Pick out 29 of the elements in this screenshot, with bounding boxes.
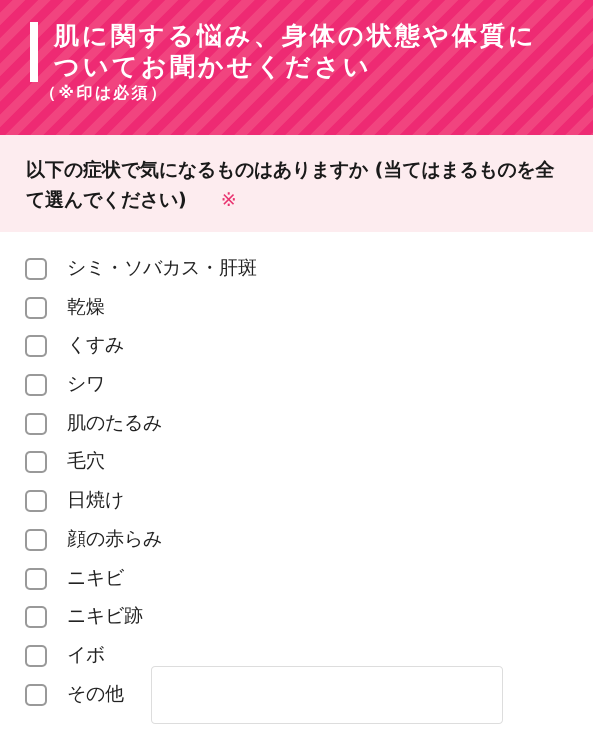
checkbox[interactable] [25, 412, 47, 435]
question-text: 以下の症状で気になるものはありますか (当てはまるものを全て選んでください) ※ [26, 158, 556, 213]
required-note: （※印は必須） [40, 82, 170, 104]
checkbox[interactable] [25, 296, 47, 319]
section-title: 肌に関する悩み、身体の状態や体質についてお聞かせください [54, 20, 538, 82]
checkbox[interactable] [25, 374, 47, 396]
accent-bar [30, 22, 38, 82]
checkbox[interactable] [25, 528, 47, 551]
checkbox[interactable] [25, 335, 47, 358]
checkbox[interactable] [25, 258, 47, 280]
option-label[interactable]: ニキビ [67, 564, 124, 592]
checkbox[interactable] [25, 684, 47, 706]
checkbox[interactable] [25, 568, 47, 590]
checkbox[interactable] [25, 606, 47, 628]
option-label[interactable]: 肌のたるみ [67, 408, 162, 437]
option-label[interactable]: 乾燥 [67, 292, 105, 321]
option-label[interactable]: その他 [67, 680, 124, 708]
option-label[interactable]: シミ・ソバカス・肝斑 [67, 254, 257, 282]
option-label[interactable]: くすみ [67, 331, 124, 360]
option-label[interactable]: 毛穴 [67, 447, 105, 476]
option-label[interactable]: 顔の赤らみ [67, 524, 162, 553]
checkbox[interactable] [25, 451, 47, 474]
option-label[interactable]: イボ [67, 640, 105, 669]
other-input-field[interactable] [151, 666, 503, 724]
checkbox[interactable] [25, 644, 47, 667]
option-label[interactable]: 日焼け [67, 486, 124, 514]
option-label[interactable]: ニキビ跡 [67, 602, 143, 630]
option-label[interactable]: シワ [67, 370, 105, 398]
checkbox[interactable] [25, 490, 47, 512]
